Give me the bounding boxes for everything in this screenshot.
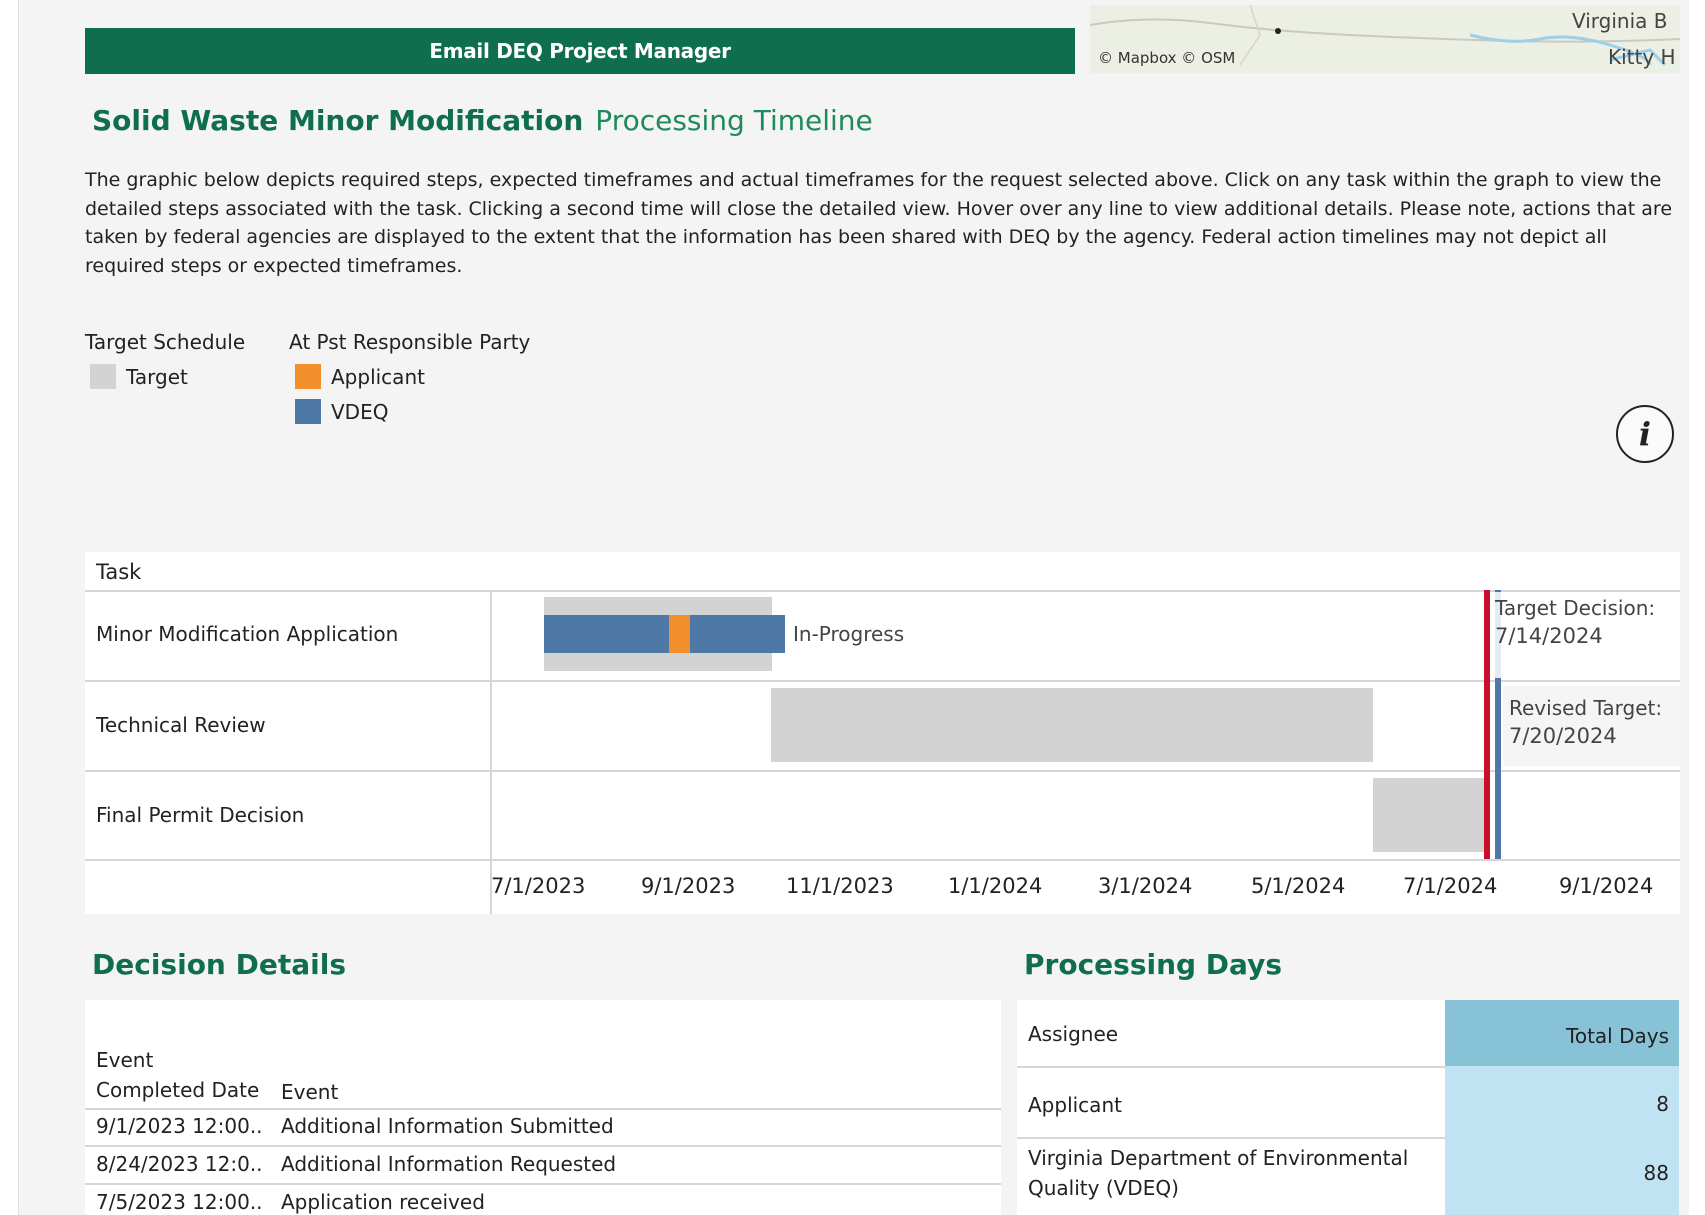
table-divider (1017, 1066, 1445, 1068)
task-row-final-permit-decision[interactable]: Final Permit Decision (96, 803, 304, 827)
legend-vdeq-label: VDEQ (331, 399, 389, 424)
map-view[interactable]: Virginia B Kitty H © Mapbox © OSM (1090, 5, 1680, 73)
table-divider (1017, 1137, 1445, 1139)
legend-item-target[interactable]: Target (90, 364, 188, 389)
page-title-main: Solid Waste Minor Modification (92, 104, 584, 137)
map-copyright[interactable]: © Mapbox © OSM (1098, 49, 1235, 67)
legend-item-applicant[interactable]: Applicant (295, 364, 425, 389)
legend-item-vdeq[interactable]: VDEQ (295, 399, 388, 424)
revised-target-date: 7/20/2024 (1509, 724, 1617, 748)
table-divider (85, 1145, 1001, 1147)
days-vdeq[interactable]: 88 (1644, 1161, 1669, 1185)
processing-days-title: Processing Days (1024, 948, 1283, 981)
target-decision-date: 7/14/2024 (1495, 624, 1603, 648)
x-tick-label: 5/1/2024 (1251, 874, 1346, 898)
page-title: Solid Waste Minor Modification Processing… (92, 104, 873, 137)
table-divider (85, 1108, 1001, 1110)
gantt-row-divider (85, 680, 1680, 682)
description-text: The graphic below depicts required steps… (85, 169, 1673, 277)
map-label-kitty: Kitty H (1608, 45, 1676, 69)
table-divider (85, 1183, 1001, 1185)
x-tick-label: 7/1/2023 (491, 874, 586, 898)
legend-target-label: Target (126, 364, 188, 389)
table-row-date[interactable]: 8/24/2023 12:0.. (96, 1152, 276, 1176)
task-row-minor-modification[interactable]: Minor Modification Application (96, 622, 398, 646)
days-applicant[interactable]: 8 (1656, 1092, 1669, 1116)
x-tick-label: 1/1/2024 (948, 874, 1043, 898)
processing-days-table: Assignee Total Days Applicant 8 Virginia… (1017, 1000, 1679, 1215)
gantt-label-divider (490, 590, 492, 914)
col-header-date-line1[interactable]: Event (96, 1048, 153, 1072)
target-decision-line[interactable] (1484, 590, 1490, 859)
status-label: In-Progress (793, 622, 905, 646)
assignee-applicant[interactable]: Applicant (1028, 1093, 1122, 1117)
table-row-event[interactable]: Application received (281, 1190, 485, 1214)
x-tick-label: 11/1/2023 (786, 874, 894, 898)
decision-details-table: Event Completed Date Event 9/1/2023 12:0… (85, 1000, 1001, 1215)
map-label-virginia: Virginia B (1572, 9, 1668, 33)
target-bar-final-decision[interactable] (1373, 778, 1484, 852)
table-row-event[interactable]: Additional Information Submitted (281, 1114, 614, 1138)
target-bar-technical-review[interactable] (771, 688, 1373, 762)
col-header-event[interactable]: Event (281, 1080, 338, 1104)
revised-target-label: Revised Target: (1509, 696, 1663, 720)
legend-applicant-label: Applicant (331, 364, 425, 389)
assignee-vdeq-line2[interactable]: Quality (VDEQ) (1028, 1176, 1179, 1200)
x-tick-label: 9/1/2023 (641, 874, 736, 898)
target-swatch (90, 364, 116, 389)
col-header-date-line2[interactable]: Completed Date (96, 1078, 259, 1102)
applicant-swatch (295, 364, 321, 389)
col-header-total-days[interactable]: Total Days (1566, 1024, 1669, 1048)
gantt-axis-line (85, 859, 1680, 861)
x-tick-label: 7/1/2024 (1403, 874, 1498, 898)
x-tick-label: 9/1/2024 (1559, 874, 1654, 898)
left-gutter (0, 0, 18, 1215)
target-decision-annotation: Target Decision: 7/14/2024 (1495, 592, 1680, 678)
revised-target-annotation: Revised Target: 7/20/2024 (1503, 686, 1680, 766)
legend-responsible-party-heading: At Pst Responsible Party (289, 330, 531, 354)
x-tick-label: 3/1/2024 (1098, 874, 1193, 898)
table-row-date[interactable]: 7/5/2023 12:00.. (96, 1190, 276, 1214)
applicant-bar-application[interactable] (669, 615, 690, 653)
page-title-sub: Processing Timeline (595, 104, 873, 137)
gantt-chart: Task Minor Modification Application Tech… (85, 552, 1680, 914)
email-project-manager-button[interactable]: Email DEQ Project Manager (85, 28, 1075, 74)
vdeq-bar-application[interactable] (544, 615, 785, 653)
gantt-header-divider (85, 590, 1680, 592)
assignee-vdeq-line1[interactable]: Virginia Department of Environmental (1028, 1146, 1408, 1170)
table-row-event[interactable]: Additional Information Requested (281, 1152, 616, 1176)
info-icon[interactable]: i (1616, 405, 1674, 463)
vdeq-swatch (295, 399, 321, 424)
decision-details-title: Decision Details (92, 948, 346, 981)
col-header-assignee[interactable]: Assignee (1028, 1022, 1118, 1046)
task-column-header: Task (96, 560, 142, 584)
task-row-technical-review[interactable]: Technical Review (96, 713, 266, 737)
target-decision-label: Target Decision: (1495, 596, 1656, 620)
legend-target-schedule-heading: Target Schedule (85, 330, 246, 354)
table-row-date[interactable]: 9/1/2023 12:00.. (96, 1114, 276, 1138)
gantt-row-divider (85, 770, 1680, 772)
